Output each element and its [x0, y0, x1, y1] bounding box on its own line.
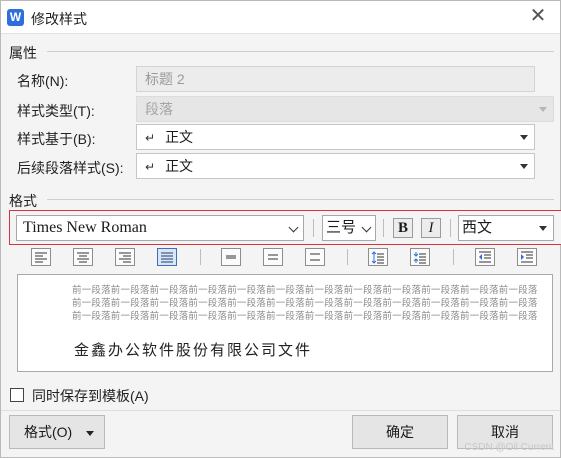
chevron-down-icon	[520, 135, 528, 140]
toolbar-separator	[200, 249, 201, 265]
align-right-button[interactable]	[115, 248, 135, 266]
following-style-select[interactable]: ↵ 正文	[136, 153, 535, 179]
space-before-increase-icon	[371, 251, 384, 264]
chevron-down-icon	[520, 164, 528, 169]
font-name-value: Times New Roman	[23, 219, 147, 236]
preview-sample-text: 金鑫办公软件股份有限公司文件	[74, 343, 313, 359]
font-format-bar: Times New Roman 三号 B I 西文	[9, 210, 561, 245]
decrease-indent-icon	[479, 251, 491, 263]
line-spacing-double-icon	[310, 253, 320, 261]
align-left-button[interactable]	[31, 248, 51, 266]
decrease-indent-button[interactable]	[475, 248, 495, 266]
format-divider	[47, 199, 554, 200]
style-type-value: 段落	[145, 101, 173, 117]
bold-button[interactable]: B	[393, 218, 413, 238]
preview-previous-paragraph-line: 前一段落前一段落前一段落前一段落前一段落前一段落前一段落前一段落前一段落前一段落…	[72, 285, 538, 296]
line-spacing-double-button[interactable]	[305, 248, 325, 266]
chevron-down-icon	[361, 222, 372, 233]
preview-previous-paragraph-line: 前一段落前一段落前一段落前一段落前一段落前一段落前一段落前一段落前一段落前一段落…	[72, 311, 538, 322]
chevron-down-icon	[539, 107, 547, 112]
format-section-title: 格式	[9, 193, 37, 209]
line-spacing-single-button[interactable]	[221, 248, 241, 266]
style-type-select[interactable]: 段落	[136, 96, 554, 122]
space-before-decrease-button[interactable]	[410, 248, 430, 266]
chevron-down-icon	[86, 431, 94, 436]
wps-writer-icon: W	[7, 9, 24, 26]
align-right-icon	[119, 252, 131, 263]
watermark-text: CSDN @Oil Current	[464, 442, 554, 453]
italic-button[interactable]: I	[421, 218, 441, 238]
footer-divider	[1, 410, 560, 411]
format-menu-button[interactable]: 格式(O)	[9, 415, 105, 449]
dialog-title: 修改样式	[31, 11, 87, 27]
toolbar-separator	[347, 249, 348, 265]
justify-button[interactable]	[157, 248, 177, 266]
toolbar-separator	[313, 219, 314, 237]
name-label: 名称(N):	[17, 73, 69, 89]
save-to-template-label[interactable]: 同时保存到模板(A)	[32, 386, 149, 406]
chevron-down-icon	[539, 226, 547, 231]
toolbar-separator	[450, 219, 451, 237]
script-value: 西文	[462, 219, 493, 236]
modify-style-dialog: W 修改样式 ✕ 属性 名称(N): 标题 2 样式类型(T): 段落 样式基于…	[0, 0, 561, 458]
name-field[interactable]: 标题 2	[136, 66, 535, 92]
justify-icon	[161, 252, 173, 263]
preview-previous-paragraph-line: 前一段落前一段落前一段落前一段落前一段落前一段落前一段落前一段落前一段落前一段落…	[72, 298, 538, 309]
font-name-select[interactable]: Times New Roman	[16, 215, 304, 241]
style-preview: 前一段落前一段落前一段落前一段落前一段落前一段落前一段落前一段落前一段落前一段落…	[17, 274, 553, 372]
properties-section-title: 属性	[9, 45, 37, 61]
ok-button[interactable]: 确定	[352, 415, 448, 449]
script-select[interactable]: 西文	[458, 215, 554, 241]
line-spacing-1-5-icon	[268, 254, 278, 260]
font-size-select[interactable]: 三号	[322, 215, 376, 241]
paragraph-mark-icon: ↵	[145, 131, 156, 145]
line-spacing-1-5-button[interactable]	[263, 248, 283, 266]
align-left-icon	[35, 252, 47, 263]
increase-indent-icon	[521, 251, 533, 263]
align-center-icon	[77, 252, 89, 263]
increase-indent-button[interactable]	[517, 248, 537, 266]
based-on-label: 样式基于(B):	[17, 131, 96, 147]
format-menu-label: 格式(O)	[24, 424, 73, 440]
close-icon[interactable]: ✕	[526, 5, 550, 29]
following-style-label: 后续段落样式(S):	[17, 160, 124, 176]
space-before-decrease-icon	[413, 252, 426, 264]
line-spacing-single-icon	[226, 255, 236, 259]
align-center-button[interactable]	[73, 248, 93, 266]
font-size-value: 三号	[326, 219, 357, 236]
properties-divider	[47, 51, 554, 52]
chevron-down-icon	[288, 222, 299, 233]
title-bar: W 修改样式 ✕	[1, 1, 560, 34]
based-on-value: 正文	[165, 129, 194, 145]
paragraph-mark-icon: ↵	[145, 160, 156, 174]
space-before-increase-button[interactable]	[368, 248, 388, 266]
save-to-template-checkbox[interactable]	[10, 388, 24, 402]
style-type-label: 样式类型(T):	[17, 103, 95, 119]
toolbar-separator	[453, 249, 454, 265]
based-on-select[interactable]: ↵ 正文	[136, 124, 535, 150]
toolbar-separator	[383, 219, 384, 237]
following-style-value: 正文	[165, 158, 194, 174]
